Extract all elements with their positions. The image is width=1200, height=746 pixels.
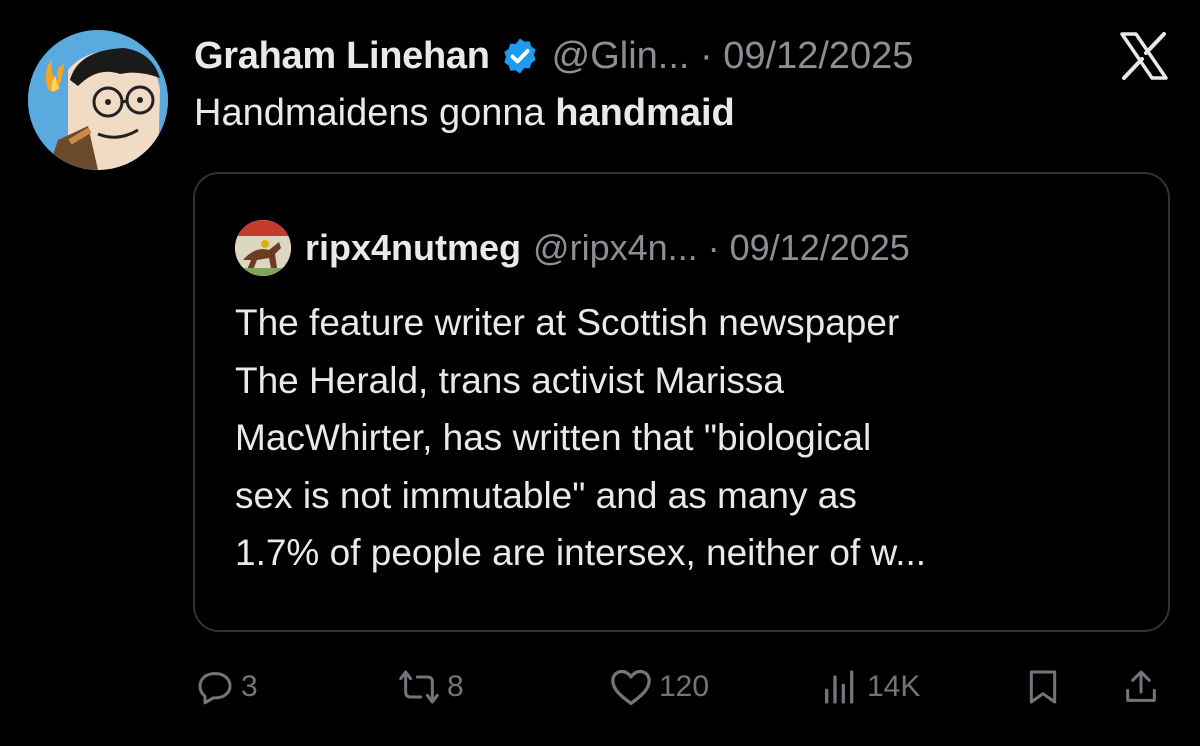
cartoon-avatar-image <box>28 30 168 170</box>
tweet-actions-bar: 3 8 120 14K <box>195 664 1175 710</box>
quoted-text-line: MacWhirter, has written that "biological <box>235 417 872 458</box>
reply-icon <box>198 672 232 705</box>
tweet-header: Graham Linehan @Glin... · 09/12/2025 <box>194 26 1170 86</box>
author-name[interactable]: Graham Linehan <box>194 35 490 78</box>
like-icon <box>611 669 651 705</box>
repost-icon <box>399 670 439 704</box>
quoted-text-line: 1.7% of people are intersex, neither of … <box>235 532 927 573</box>
quoted-tweet-card[interactable]: ripx4nutmeg @ripx4n... · 09/12/2025 The … <box>193 172 1170 632</box>
verified-badge-icon <box>503 38 536 74</box>
horse-race-avatar-image <box>235 220 291 276</box>
tweet-text-regular: Handmaidens gonna <box>194 92 556 134</box>
bookmark-icon <box>1029 670 1057 704</box>
repost-count: 8 <box>447 670 464 703</box>
author-handle-and-date[interactable]: @Glin... · 09/12/2025 <box>552 35 914 78</box>
quoted-author-name[interactable]: ripx4nutmeg <box>305 227 521 269</box>
like-button[interactable]: 120 <box>609 664 709 710</box>
quoted-tweet-text: The feature writer at Scottish newspaper… <box>235 294 1135 582</box>
share-icon <box>1126 670 1156 702</box>
view-count: 14K <box>867 670 921 703</box>
quoted-tweet-header: ripx4nutmeg @ripx4n... · 09/12/2025 <box>235 220 910 276</box>
tweet-text: Handmaidens gonna handmaid <box>194 92 735 135</box>
quoted-author-avatar[interactable] <box>235 220 291 276</box>
x-logo-icon[interactable] <box>1118 32 1170 80</box>
reply-count: 3 <box>241 670 258 703</box>
quoted-text-line: sex is not immutable" and as many as <box>235 474 857 516</box>
repost-button[interactable]: 8 <box>397 664 464 710</box>
reply-button[interactable]: 3 <box>195 664 258 710</box>
quoted-text-line: The Herald, trans activist Marissa <box>235 359 785 401</box>
quoted-text-line: The feature writer at Scottish newspaper <box>235 302 900 343</box>
quoted-author-handle-and-date[interactable]: @ripx4n... · 09/12/2025 <box>533 227 910 269</box>
tweet-text-bold: handmaid <box>555 92 735 134</box>
author-avatar[interactable] <box>28 30 168 170</box>
share-button[interactable] <box>1121 664 1161 710</box>
views-icon <box>825 670 854 704</box>
bookmark-button[interactable] <box>1023 664 1063 710</box>
views-button[interactable]: 14K <box>819 664 920 710</box>
like-count: 120 <box>659 670 710 703</box>
